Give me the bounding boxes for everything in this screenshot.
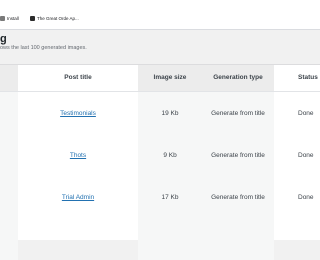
generation-type-cell: Generate from title <box>202 134 274 176</box>
status-cell: Done <box>298 109 314 117</box>
row-gutter <box>0 134 18 176</box>
table-header: Post title Image size Generation type St… <box>0 65 320 92</box>
header-checkbox-column <box>0 65 18 91</box>
panel-header: g ows the last 100 generated images. <box>0 30 320 66</box>
table-row: Thots 9 Kb Generate from title Done <box>0 134 320 176</box>
image-size-cell: 19 Kb <box>138 92 202 134</box>
header-generation-type[interactable]: Generation type <box>202 65 274 91</box>
post-title-cell: Trial Admin <box>18 176 138 218</box>
post-title-link[interactable]: Trial Admin <box>62 194 94 201</box>
table-row: Testimonials 19 Kb Generate from title D… <box>0 92 320 134</box>
image-size-cell: 17 Kb <box>138 176 202 218</box>
header-post-title[interactable]: Post title <box>18 65 138 91</box>
generated-images-table: Post title Image size Generation type St… <box>0 64 320 260</box>
bookmark-icon <box>0 15 5 21</box>
post-title-cell: Thots <box>18 134 138 176</box>
table-row: Trial Admin 17 Kb Generate from title Do… <box>0 176 320 218</box>
page-title: g <box>0 33 7 45</box>
generation-type-cell <box>202 218 274 260</box>
bookmark-label: The Great Orde Ap... <box>37 15 79 21</box>
generation-type-cell: Generate from title <box>202 176 274 218</box>
header-status[interactable]: Status <box>274 65 320 91</box>
row-gutter <box>0 218 18 260</box>
bookmarks-bar: Install The Great Orde Ap... <box>0 0 320 30</box>
status-cell: Done <box>298 151 314 159</box>
site-favicon-icon <box>30 15 35 21</box>
image-size-cell: 9 Kb <box>138 134 202 176</box>
row-gutter <box>0 92 18 134</box>
header-image-size[interactable]: Image size <box>138 65 202 91</box>
image-size-cell <box>138 218 202 260</box>
bookmark-label: Install <box>7 15 19 21</box>
table-row-partial <box>0 218 320 260</box>
post-title-link[interactable]: Testimonials <box>60 110 96 117</box>
post-title-cell: Testimonials <box>18 92 138 134</box>
bookmark-install[interactable]: Install <box>0 14 19 22</box>
row-gutter <box>0 176 18 218</box>
bookmark-great-orde[interactable]: The Great Orde Ap... <box>30 14 79 22</box>
status-cell: Done <box>298 193 314 201</box>
post-title-link[interactable]: Thots <box>70 152 86 159</box>
page-description: ows the last 100 generated images. <box>0 45 87 51</box>
generation-type-cell: Generate from title <box>202 92 274 134</box>
